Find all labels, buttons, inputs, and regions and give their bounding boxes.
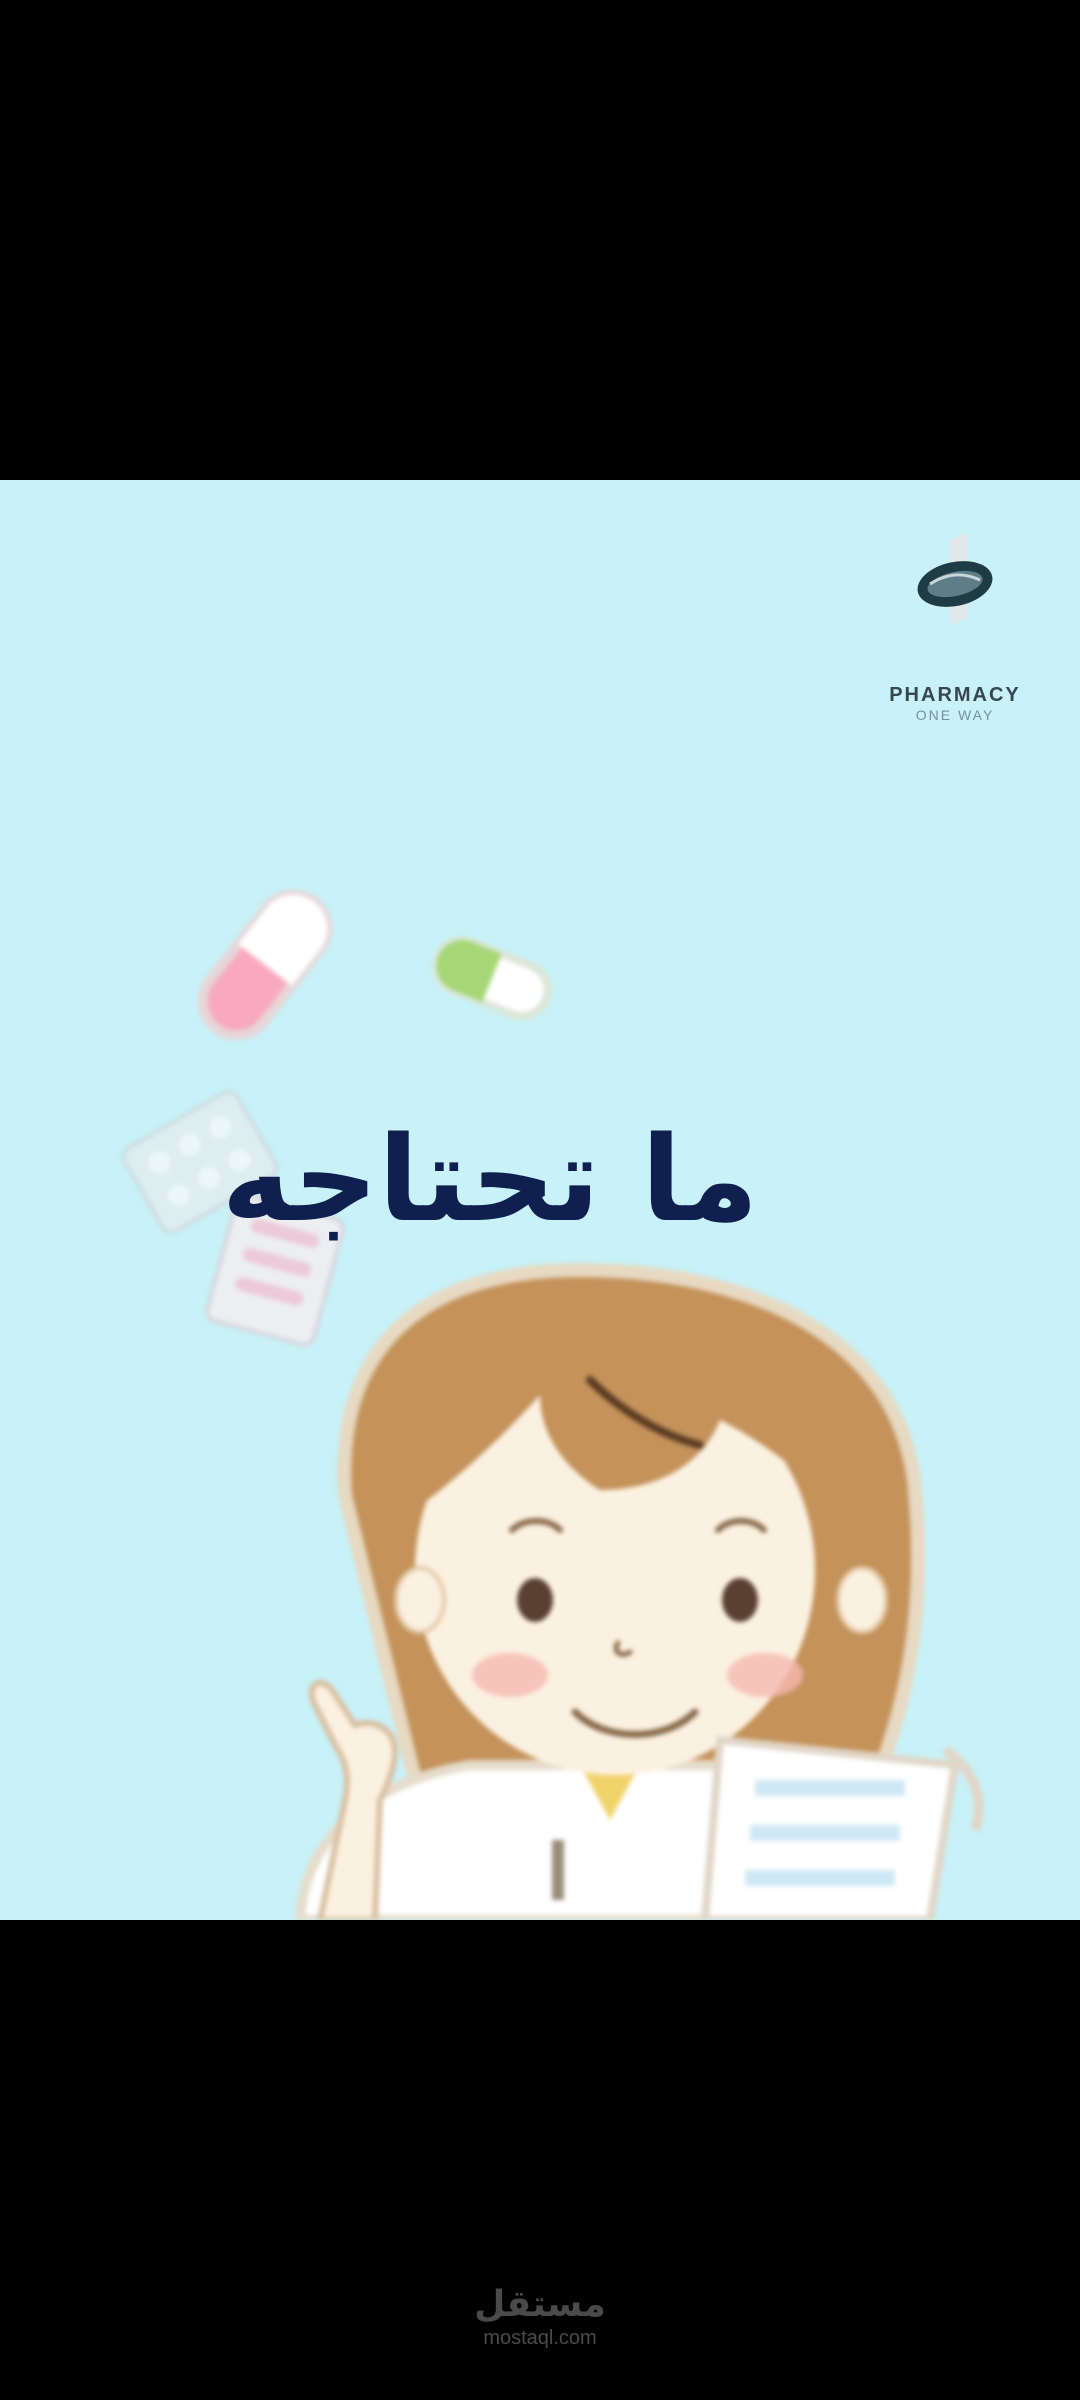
- pharmacy-pill-logo-icon: [917, 532, 993, 624]
- brand-name: PHARMACY: [889, 684, 1021, 706]
- video-frame[interactable]: ما تحتاجه PHARMACY ONE WAY: [0, 480, 1080, 1920]
- watermark-latin: mostaql.com: [483, 2326, 597, 2349]
- clipboard-icon: [700, 1735, 984, 1920]
- brand-tagline: ONE WAY: [915, 707, 995, 723]
- brand-logo: PHARMACY ONE WAY: [880, 532, 1030, 723]
- screen: ما تحتاجه PHARMACY ONE WAY مستقل mostaql…: [0, 0, 1080, 2400]
- headline-text: ما تحتاجه: [221, 1110, 759, 1248]
- mostaql-watermark: مستقل mostaql.com: [440, 2285, 640, 2349]
- pill-capsule-icon: [197, 889, 333, 1041]
- pill-capsule-icon: [432, 936, 552, 1020]
- watermark-arabic: مستقل: [474, 2284, 606, 2325]
